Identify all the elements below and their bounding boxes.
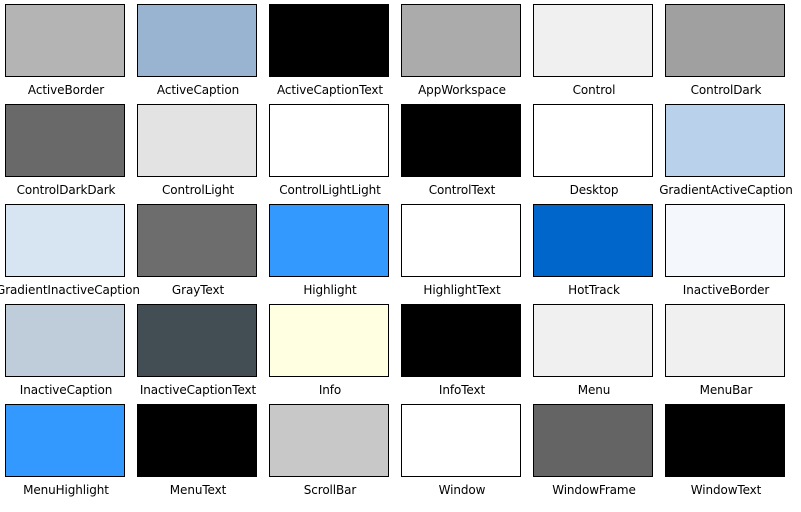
color-swatch-label: WindowFrame bbox=[552, 483, 636, 497]
color-swatch-label: MenuText bbox=[169, 483, 227, 497]
color-swatch-cell: ControlDarkDark bbox=[0, 100, 132, 200]
color-swatch-cell: WindowText bbox=[660, 400, 792, 500]
color-swatch-cell: GradientInactiveCaption bbox=[0, 200, 140, 300]
color-swatch-cell: InactiveCaption bbox=[0, 300, 132, 400]
color-swatch-cell: Desktop bbox=[528, 100, 660, 200]
color-swatch-label: Desktop bbox=[569, 183, 619, 197]
color-swatch-label: ControlDarkDark bbox=[16, 183, 116, 197]
color-swatch-label: HighlightText bbox=[423, 283, 501, 297]
color-swatch bbox=[665, 204, 785, 277]
color-swatch-cell: Highlight bbox=[264, 200, 396, 300]
color-swatch bbox=[533, 4, 653, 77]
color-swatch-label: ControlLightLight bbox=[279, 183, 381, 197]
color-swatch-cell: HighlightText bbox=[396, 200, 528, 300]
color-swatch-label: ControlText bbox=[428, 183, 496, 197]
color-swatch-cell: Control bbox=[528, 0, 660, 100]
color-swatch bbox=[665, 4, 785, 77]
color-swatch-label: ActiveCaptionText bbox=[276, 83, 384, 97]
color-swatch bbox=[533, 404, 653, 477]
color-swatch-cell: MenuHighlight bbox=[0, 400, 132, 500]
color-swatch bbox=[401, 404, 521, 477]
color-swatch-label: AppWorkspace bbox=[418, 83, 506, 97]
color-swatch bbox=[269, 304, 389, 377]
color-swatch bbox=[5, 304, 125, 377]
color-swatch bbox=[665, 104, 785, 177]
color-swatch bbox=[533, 104, 653, 177]
color-swatch-cell: AppWorkspace bbox=[396, 0, 528, 100]
color-swatch-cell: ActiveCaption bbox=[132, 0, 264, 100]
color-swatch bbox=[665, 404, 785, 477]
color-swatch-label: InactiveBorder bbox=[682, 283, 770, 297]
color-swatch bbox=[401, 4, 521, 77]
color-swatch-label: ActiveBorder bbox=[27, 83, 105, 97]
color-swatch bbox=[5, 404, 125, 477]
system-color-grid: ActiveBorder ActiveCaption ActiveCaptionTe… bbox=[0, 0, 801, 512]
color-swatch-cell: ActiveBorder bbox=[0, 0, 132, 100]
color-swatch bbox=[137, 204, 257, 277]
color-swatch-label: WindowText bbox=[690, 483, 762, 497]
color-swatch bbox=[269, 404, 389, 477]
color-swatch-label: GrayText bbox=[171, 283, 225, 297]
color-swatch bbox=[401, 104, 521, 177]
color-swatch-label: Info bbox=[318, 383, 342, 397]
color-swatch-cell: Info bbox=[264, 300, 396, 400]
color-swatch-label: GradientActiveCaption bbox=[659, 183, 793, 197]
color-swatch bbox=[137, 304, 257, 377]
color-swatch bbox=[269, 204, 389, 277]
color-swatch-label: GradientInactiveCaption bbox=[0, 283, 140, 297]
color-swatch bbox=[5, 204, 125, 277]
color-swatch-label: Menu bbox=[577, 383, 611, 397]
color-swatch-cell: Menu bbox=[528, 300, 660, 400]
color-swatch-label: Highlight bbox=[303, 283, 357, 297]
color-swatch-cell: WindowFrame bbox=[528, 400, 660, 500]
color-swatch-cell: ControlDark bbox=[660, 0, 792, 100]
color-swatch-cell: GradientActiveCaption bbox=[659, 100, 793, 200]
color-swatch bbox=[401, 304, 521, 377]
color-swatch-cell: ControlText bbox=[396, 100, 528, 200]
color-swatch-cell: ControlLight bbox=[132, 100, 264, 200]
color-swatch bbox=[269, 4, 389, 77]
color-swatch-cell: ScrollBar bbox=[264, 400, 396, 500]
color-swatch-label: ActiveCaption bbox=[156, 83, 240, 97]
color-swatch-label: HotTrack bbox=[568, 283, 620, 297]
color-swatch-cell: GrayText bbox=[132, 200, 264, 300]
color-swatch bbox=[269, 104, 389, 177]
color-swatch-cell: MenuBar bbox=[660, 300, 792, 400]
color-swatch-label: MenuBar bbox=[699, 383, 753, 397]
color-swatch-cell: ControlLightLight bbox=[264, 100, 396, 200]
color-swatch-label: Control bbox=[572, 83, 616, 97]
color-swatch bbox=[137, 4, 257, 77]
color-swatch-cell: InactiveBorder bbox=[660, 200, 792, 300]
color-swatch bbox=[665, 304, 785, 377]
color-swatch-label: MenuHighlight bbox=[23, 483, 109, 497]
color-swatch-cell: HotTrack bbox=[528, 200, 660, 300]
color-swatch bbox=[401, 204, 521, 277]
color-swatch-label: InactiveCaptionText bbox=[139, 383, 257, 397]
color-swatch-cell: MenuText bbox=[132, 400, 264, 500]
color-swatch bbox=[5, 4, 125, 77]
color-swatch-label: InfoText bbox=[438, 383, 486, 397]
color-swatch-label: Window bbox=[438, 483, 486, 497]
color-swatch bbox=[137, 404, 257, 477]
color-swatch-label: ControlLight bbox=[161, 183, 235, 197]
color-swatch-cell: ActiveCaptionText bbox=[264, 0, 396, 100]
color-swatch-label: ControlDark bbox=[690, 83, 762, 97]
color-swatch-label: ScrollBar bbox=[303, 483, 357, 497]
color-swatch bbox=[533, 204, 653, 277]
color-swatch-cell: InfoText bbox=[396, 300, 528, 400]
color-swatch bbox=[5, 104, 125, 177]
color-swatch-cell: InactiveCaptionText bbox=[132, 300, 264, 400]
color-swatch bbox=[137, 104, 257, 177]
color-swatch bbox=[533, 304, 653, 377]
color-swatch-cell: Window bbox=[396, 400, 528, 500]
color-swatch-label: InactiveCaption bbox=[19, 383, 113, 397]
